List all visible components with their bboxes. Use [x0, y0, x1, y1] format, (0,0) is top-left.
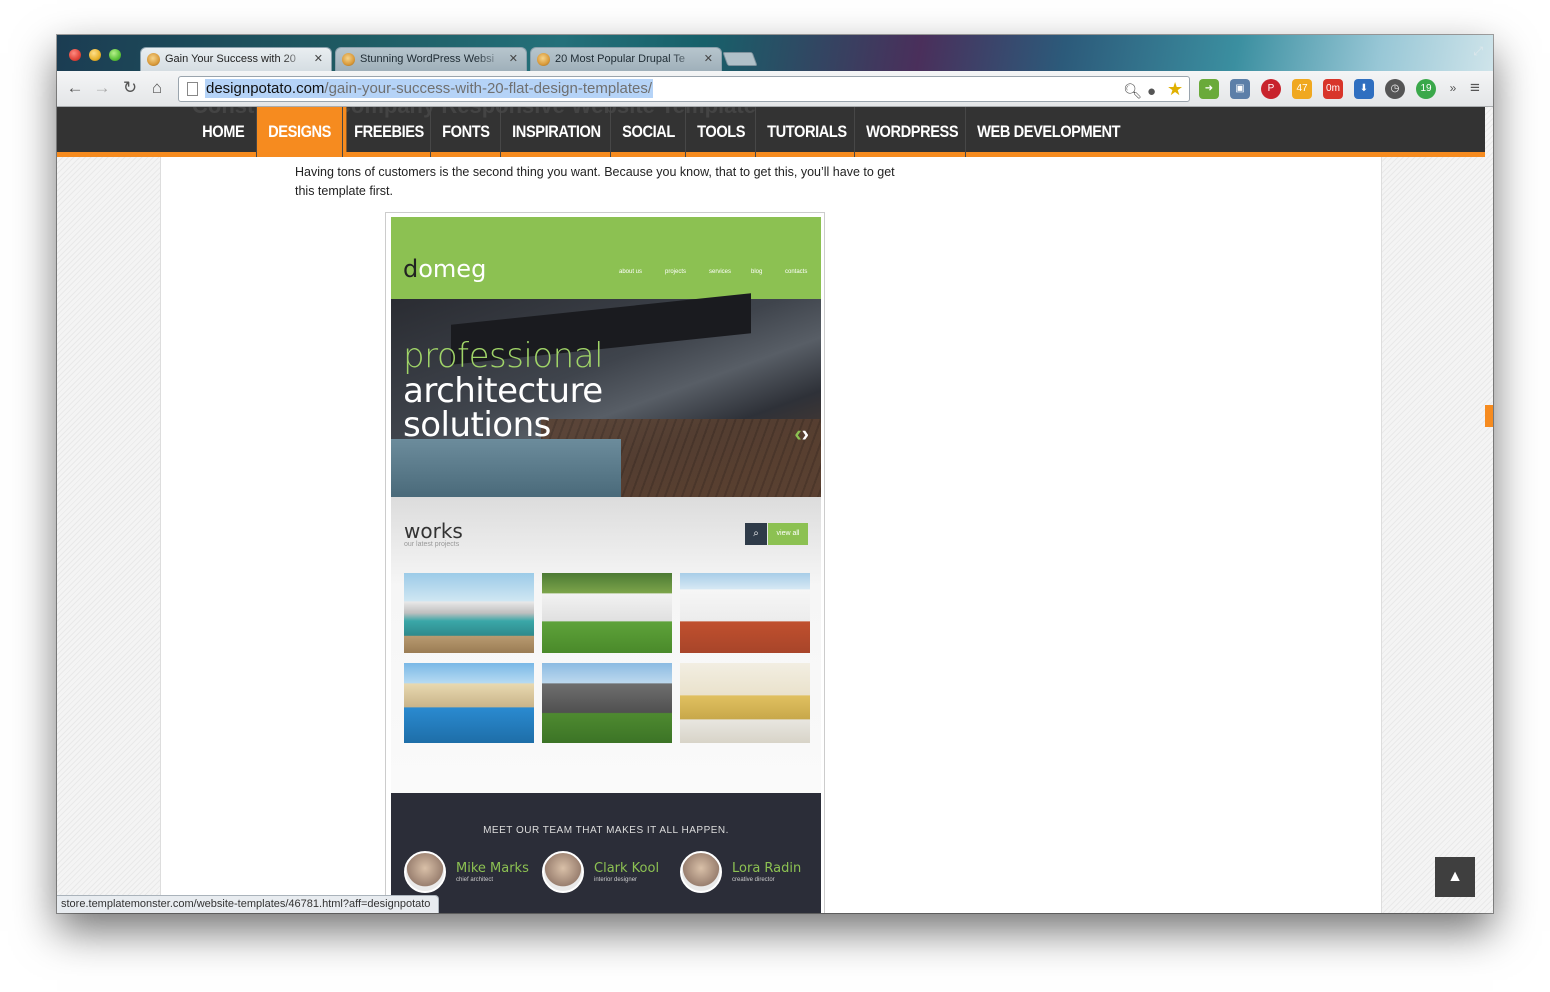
tab-label: Stunning WordPress Websi: [360, 53, 495, 65]
browser-toolbar: ← → ↻ ⌂ designpotato.com/gain-your-succe…: [57, 71, 1493, 107]
nav-item-designs[interactable]: DESIGNS: [257, 107, 347, 157]
preview-menu-item: projects: [665, 269, 687, 275]
view-all-button: view all: [768, 523, 808, 545]
address-bar[interactable]: designpotato.com/gain-your-success-with-…: [178, 76, 1190, 102]
tab-2[interactable]: Stunning WordPress Websi ✕: [335, 47, 527, 71]
preview-logo: domeg: [403, 255, 487, 283]
extension-timer-icon[interactable]: 0m: [1323, 79, 1343, 99]
extension-forward-icon[interactable]: ➜: [1199, 79, 1219, 99]
preview-menu-item: about us: [619, 269, 643, 275]
site-navbar: Construction Company Responsive Website …: [57, 107, 1485, 157]
scroll-to-top-button[interactable]: ▲: [1435, 857, 1475, 897]
project-thumbnail: [680, 663, 810, 743]
new-tab-button[interactable]: [722, 52, 758, 66]
nav-item-freebies[interactable]: FREEBIES: [343, 107, 435, 157]
preview-hero: professional architecture solutions ‹›: [391, 293, 821, 497]
tab-label: Gain Your Success with 20: [165, 53, 296, 65]
scrollbar-thumb[interactable]: [1485, 405, 1493, 427]
nav-item-fonts[interactable]: FONTS: [431, 107, 501, 157]
avatar: [542, 851, 584, 893]
bookmark-star-icon[interactable]: ★: [1167, 77, 1183, 101]
status-bar-url: store.templatemonster.com/website-templa…: [57, 895, 440, 913]
extension-window-icon[interactable]: ▣: [1230, 79, 1250, 99]
clock-icon[interactable]: ◷: [1385, 79, 1405, 99]
preview-works: works our latest projects ⌕ view all: [391, 497, 821, 793]
team-heading: MEET OUR TEAM THAT MAKES IT ALL HAPPEN.: [483, 825, 729, 836]
nav-item-social[interactable]: SOCIAL: [611, 107, 686, 157]
extension-badge-icon[interactable]: 19: [1416, 79, 1436, 99]
site-favicon-icon: [537, 53, 550, 66]
project-thumbnail: [404, 663, 534, 743]
back-arrow-icon[interactable]: ←: [65, 78, 85, 98]
member-name: Clark Kool: [594, 861, 660, 876]
browser-window: Gain Your Success with 20 ✕ Stunning Wor…: [57, 35, 1493, 913]
works-subtitle: our latest projects: [404, 541, 460, 548]
member-role: creative director: [732, 877, 775, 883]
menu-icon[interactable]: ≡: [1465, 78, 1485, 98]
member-name: Lora Radin: [732, 861, 802, 876]
close-window-button[interactable]: [69, 49, 81, 61]
nav-item-tutorials[interactable]: TUTORIALS: [756, 107, 858, 157]
hero-line-1: professional: [403, 336, 604, 376]
preview-team: MEET OUR TEAM THAT MAKES IT ALL HAPPEN. …: [391, 793, 821, 913]
page-content: Having tons of customers is the second t…: [160, 107, 1382, 913]
nav-item-wordpress[interactable]: WORDPRESS: [855, 107, 969, 157]
project-thumbnail: [404, 573, 534, 653]
nav-item-home[interactable]: HOME: [191, 107, 256, 157]
template-preview-image[interactable]: domeg about us projects services blog co…: [385, 212, 825, 913]
close-tab-icon[interactable]: ✕: [704, 52, 713, 65]
member-role: interior designer: [594, 877, 638, 883]
home-icon[interactable]: ⌂: [147, 78, 167, 98]
nav-item-web-development[interactable]: WEB DEVELOPMENT: [966, 107, 1131, 157]
works-title: works: [404, 519, 463, 543]
member-role: chief architect: [456, 877, 494, 883]
search-magnifier-icon[interactable]: 🔍︎: [1123, 80, 1142, 104]
timer-badge: 0m: [1326, 83, 1340, 94]
member-name: Mike Marks: [456, 861, 529, 876]
zoom-window-button[interactable]: [109, 49, 121, 61]
reload-icon[interactable]: ↻: [120, 78, 140, 98]
article-paragraph: Having tons of customers is the second t…: [295, 165, 895, 198]
lightbulb-icon[interactable]: ●: [1147, 80, 1156, 104]
search-icon: ⌕: [745, 523, 767, 545]
url-path: /gain-your-success-with-20-flat-design-t…: [324, 80, 653, 97]
tab-1[interactable]: Gain Your Success with 20 ✕: [140, 47, 332, 71]
tab-strip: Gain Your Success with 20 ✕ Stunning Wor…: [57, 35, 1493, 71]
slider-arrows-icon: ‹›: [794, 421, 809, 446]
badge-count: 19: [1420, 83, 1432, 94]
project-thumbnail: [542, 663, 672, 743]
site-favicon-icon: [147, 53, 160, 66]
nav-item-tools[interactable]: TOOLS: [686, 107, 756, 157]
close-tab-icon[interactable]: ✕: [509, 52, 518, 65]
weather-temp: 47: [1296, 83, 1308, 94]
download-icon[interactable]: ⬇: [1354, 79, 1374, 99]
url-host: designpotato.com: [206, 80, 325, 97]
preview-menu-item: blog: [751, 269, 763, 275]
preview-header: domeg about us projects services blog co…: [391, 217, 821, 299]
site-favicon-icon: [342, 53, 355, 66]
forward-arrow-icon[interactable]: →: [92, 78, 112, 98]
tab-3[interactable]: 20 Most Popular Drupal Te ✕: [530, 47, 722, 71]
web-page: Having tons of customers is the second t…: [57, 107, 1493, 913]
tab-label: 20 Most Popular Drupal Te: [555, 53, 686, 65]
minimize-window-button[interactable]: [89, 49, 101, 61]
hero-line-2: architecture: [403, 371, 603, 411]
avatar: [404, 851, 446, 893]
preview-menu-item: contacts: [785, 269, 808, 275]
more-extensions-icon[interactable]: »: [1443, 78, 1463, 98]
close-tab-icon[interactable]: ✕: [314, 52, 323, 65]
project-thumbnail: [680, 573, 810, 653]
hero-line-3: solutions: [403, 405, 551, 445]
nav-item-inspiration[interactable]: INSPIRATION: [501, 107, 612, 157]
page-icon: [187, 82, 198, 96]
pinterest-icon[interactable]: P: [1261, 79, 1281, 99]
project-thumbnail: [542, 573, 672, 653]
weather-icon[interactable]: 47: [1292, 79, 1312, 99]
avatar: [680, 851, 722, 893]
preview-menu-item: services: [709, 269, 732, 275]
fullscreen-icon[interactable]: ⤢: [1473, 44, 1483, 59]
